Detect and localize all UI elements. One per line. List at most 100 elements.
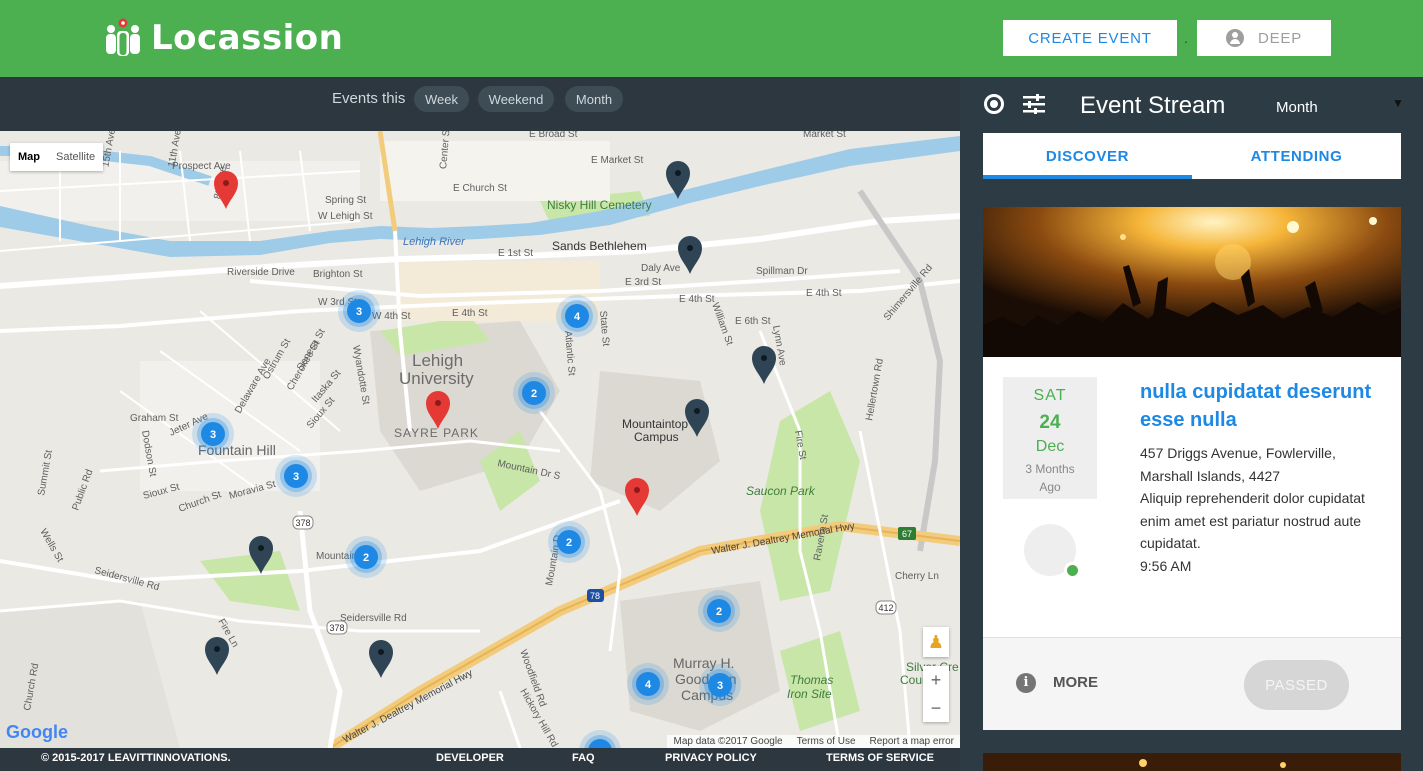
event-stream-panel: Event Stream Month ▼ DISCOVER ATTENDING <box>960 77 1423 771</box>
street-view-pegman-icon[interactable]: ♟ <box>923 627 949 657</box>
event-cluster[interactable]: 2 <box>548 521 590 563</box>
user-avatar-icon <box>1225 29 1244 47</box>
event-day: 24 <box>1039 412 1061 433</box>
svg-text:3: 3 <box>293 471 299 483</box>
svg-text:2: 2 <box>716 606 722 618</box>
event-card-actions: i MORE PASSED <box>983 637 1401 730</box>
terms-of-use-link[interactable]: Terms of Use <box>797 736 856 747</box>
more-button[interactable]: MORE <box>1053 674 1098 691</box>
map-label: Lehigh River <box>403 236 466 248</box>
report-map-error-link[interactable]: Report a map error <box>870 736 954 747</box>
event-date-box: SAT 24 Dec 3 Months Ago <box>1003 377 1097 499</box>
route-shield: 67 <box>902 529 912 539</box>
event-cluster[interactable]: 2 <box>513 372 555 414</box>
event-cluster[interactable]: 4 <box>627 663 669 705</box>
app-logo[interactable]: Locassion <box>105 18 343 58</box>
event-month: Dec <box>1035 438 1065 455</box>
event-address: 457 Driggs Avenue, Fowlerville, Marshall… <box>1140 445 1336 484</box>
map-canvas[interactable]: E Broad St Market St E Market St E Churc… <box>0 131 960 748</box>
map-label: Market St <box>803 131 846 140</box>
map-type-map-button[interactable]: Map <box>10 143 48 171</box>
zoom-out-button[interactable]: − <box>923 694 949 722</box>
map-label: Spring St <box>325 195 366 206</box>
create-event-button[interactable]: CREATE EVENT <box>1003 20 1177 56</box>
event-weekday: SAT <box>1033 387 1067 404</box>
map-label: E Church St <box>453 183 507 194</box>
event-time: 9:56 AM <box>1140 557 1192 574</box>
event-card-next[interactable] <box>983 753 1401 771</box>
period-select[interactable]: Month <box>1276 99 1318 116</box>
event-details: 457 Driggs Avenue, Fowlerville, Marshall… <box>1140 442 1380 577</box>
map-label: E 4th St <box>452 308 488 319</box>
route-shield: 378 <box>295 518 310 528</box>
map-data-credit: Map data ©2017 Google <box>673 736 783 747</box>
site-footer: © 2015-2017 LEAVITTINNOVATIONS. DEVELOPE… <box>0 748 960 771</box>
footer-link-terms[interactable]: TERMS OF SERVICE <box>826 752 934 764</box>
filter-chip-week[interactable]: Week <box>414 86 469 112</box>
filter-settings-icon[interactable] <box>1023 94 1045 114</box>
info-icon[interactable]: i <box>1016 673 1036 693</box>
map-label: E Market St <box>591 155 643 166</box>
footer-link-faq[interactable]: FAQ <box>572 752 595 764</box>
stream-tabs: DISCOVER ATTENDING <box>983 133 1401 179</box>
event-card[interactable]: SAT 24 Dec 3 Months Ago nulla cupidatat … <box>983 207 1401 730</box>
map-label: SAYRE PARK <box>394 426 479 440</box>
tab-discover[interactable]: DISCOVER <box>983 133 1192 179</box>
map-label: E 1st St <box>498 248 533 259</box>
user-menu-button[interactable]: DEEP <box>1197 20 1331 56</box>
events-filter-bar: Events this Week Weekend Month <box>0 77 960 131</box>
route-shield: 378 <box>329 623 344 633</box>
tab-attending[interactable]: ATTENDING <box>1192 133 1401 179</box>
footer-link-privacy[interactable]: PRIVACY POLICY <box>665 752 757 764</box>
footer-copyright: © 2015-2017 LEAVITTINNOVATIONS. <box>41 752 231 764</box>
svg-text:4: 4 <box>574 311 581 323</box>
app-header: Locassion CREATE EVENT . DEEP <box>0 0 1423 77</box>
zoom-in-button[interactable]: + <box>923 666 949 694</box>
event-status-button[interactable]: PASSED <box>1244 660 1349 710</box>
header-separator: . <box>1184 30 1188 46</box>
event-cluster[interactable]: 3 <box>275 455 317 497</box>
svg-text:3: 3 <box>356 306 362 318</box>
filter-chip-month[interactable]: Month <box>565 86 623 112</box>
event-title[interactable]: nulla cupidatat deserunt esse nulla <box>1140 378 1390 434</box>
my-location-icon[interactable] <box>984 94 1004 114</box>
map-label: Nisky Hill Cemetery <box>547 198 652 212</box>
map-attribution: Map data ©2017 Google Terms of Use Repor… <box>667 735 960 748</box>
map-label: Daly Ave <box>641 263 681 274</box>
map-label: Graham St <box>130 413 179 424</box>
event-description: Aliquip reprehenderit dolor cupidatat en… <box>1140 490 1365 551</box>
map-label: Thomas <box>790 673 833 687</box>
map-label: Riverside Drive <box>227 267 295 278</box>
event-map[interactable]: E Broad St Market St E Market St E Churc… <box>0 131 960 748</box>
map-type-switcher: Map Satellite <box>10 143 104 171</box>
event-cluster[interactable]: 2 <box>345 536 387 578</box>
filter-chip-weekend[interactable]: Weekend <box>478 86 554 112</box>
event-cluster[interactable]: 3 <box>192 413 234 455</box>
map-label: Mountaintop <box>622 417 688 431</box>
map-label: E 4th St <box>679 294 715 305</box>
footer-link-developer[interactable]: DEVELOPER <box>436 752 504 764</box>
event-cluster[interactable]: 3 <box>699 664 741 706</box>
event-cluster[interactable]: 4 <box>556 295 598 337</box>
chevron-down-icon[interactable]: ▼ <box>1392 96 1404 110</box>
event-stream-title: Event Stream <box>1080 92 1226 119</box>
map-label: University <box>399 369 474 388</box>
map-label: E 6th St <box>735 316 771 327</box>
map-label: Brighton St <box>313 269 363 280</box>
map-label: Saucon Park <box>746 484 816 498</box>
map-label: Lehigh <box>412 351 463 370</box>
event-cluster[interactable]: 3 <box>338 290 380 332</box>
svg-text:4: 4 <box>645 679 652 691</box>
event-cluster[interactable]: 2 <box>698 590 740 632</box>
map-type-satellite-button[interactable]: Satellite <box>48 143 103 171</box>
svg-text:2: 2 <box>531 388 537 400</box>
event-stream-header: Event Stream Month ▼ <box>960 77 1423 133</box>
event-relative-time: 3 Months Ago <box>1025 462 1075 494</box>
map-label: Seidersville Rd <box>340 613 407 624</box>
google-logo: Google <box>6 722 68 742</box>
map-label: E 3rd St <box>625 277 661 288</box>
globe-icon <box>1064 562 1080 578</box>
map-label: E 4th St <box>806 288 842 299</box>
event-image <box>983 753 1401 771</box>
map-label: Spillman Dr <box>756 266 808 277</box>
